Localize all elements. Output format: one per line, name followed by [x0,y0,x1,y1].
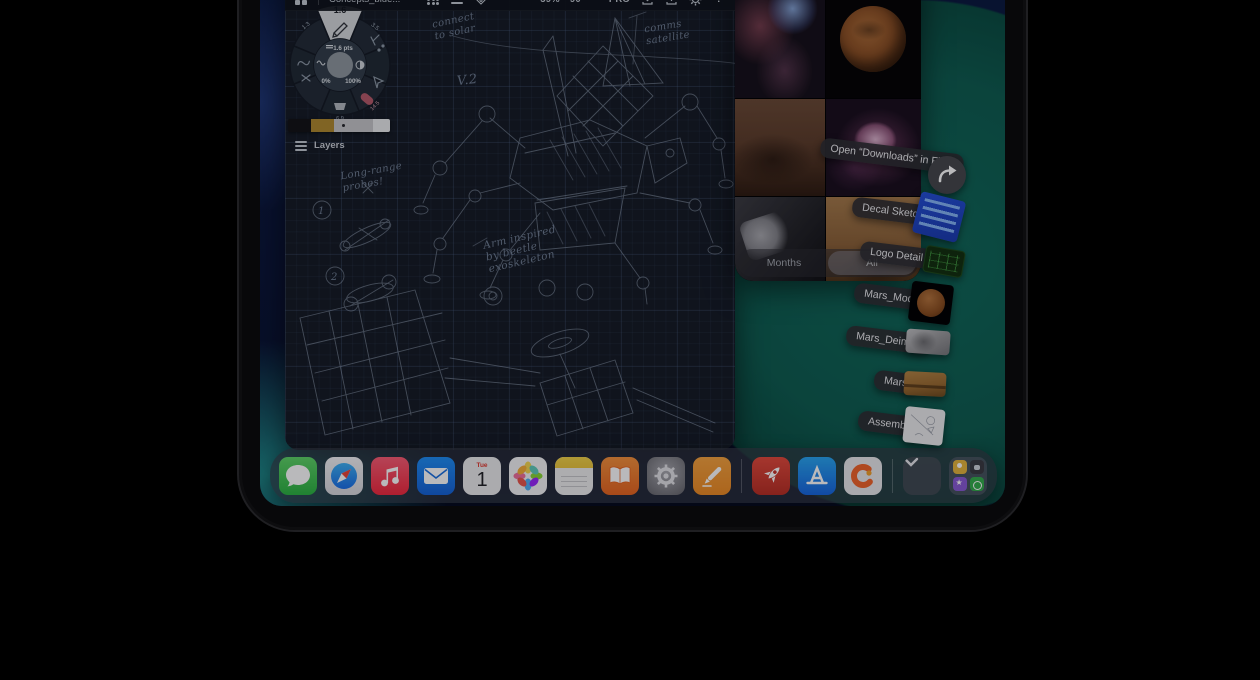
thumb-mars[interactable] [903,371,946,397]
forward-arrow-icon [936,164,958,186]
ipad-screen: 1 2 connect to solar comms satellite V.2… [260,0,1005,506]
thumb-logo-detail[interactable] [922,245,966,279]
thumb-mars-deimos[interactable] [905,328,951,355]
open-in-files-badge[interactable] [928,156,966,194]
stage: 1 2 connect to solar comms satellite V.2… [0,0,1260,680]
drag-layer: Open “Downloads” in Files Decal Sketches… [260,0,1005,506]
thumb-decal-sketches[interactable] [912,191,967,243]
thumb-assembly[interactable] [902,406,946,446]
thumb-mars-model[interactable] [908,281,955,326]
